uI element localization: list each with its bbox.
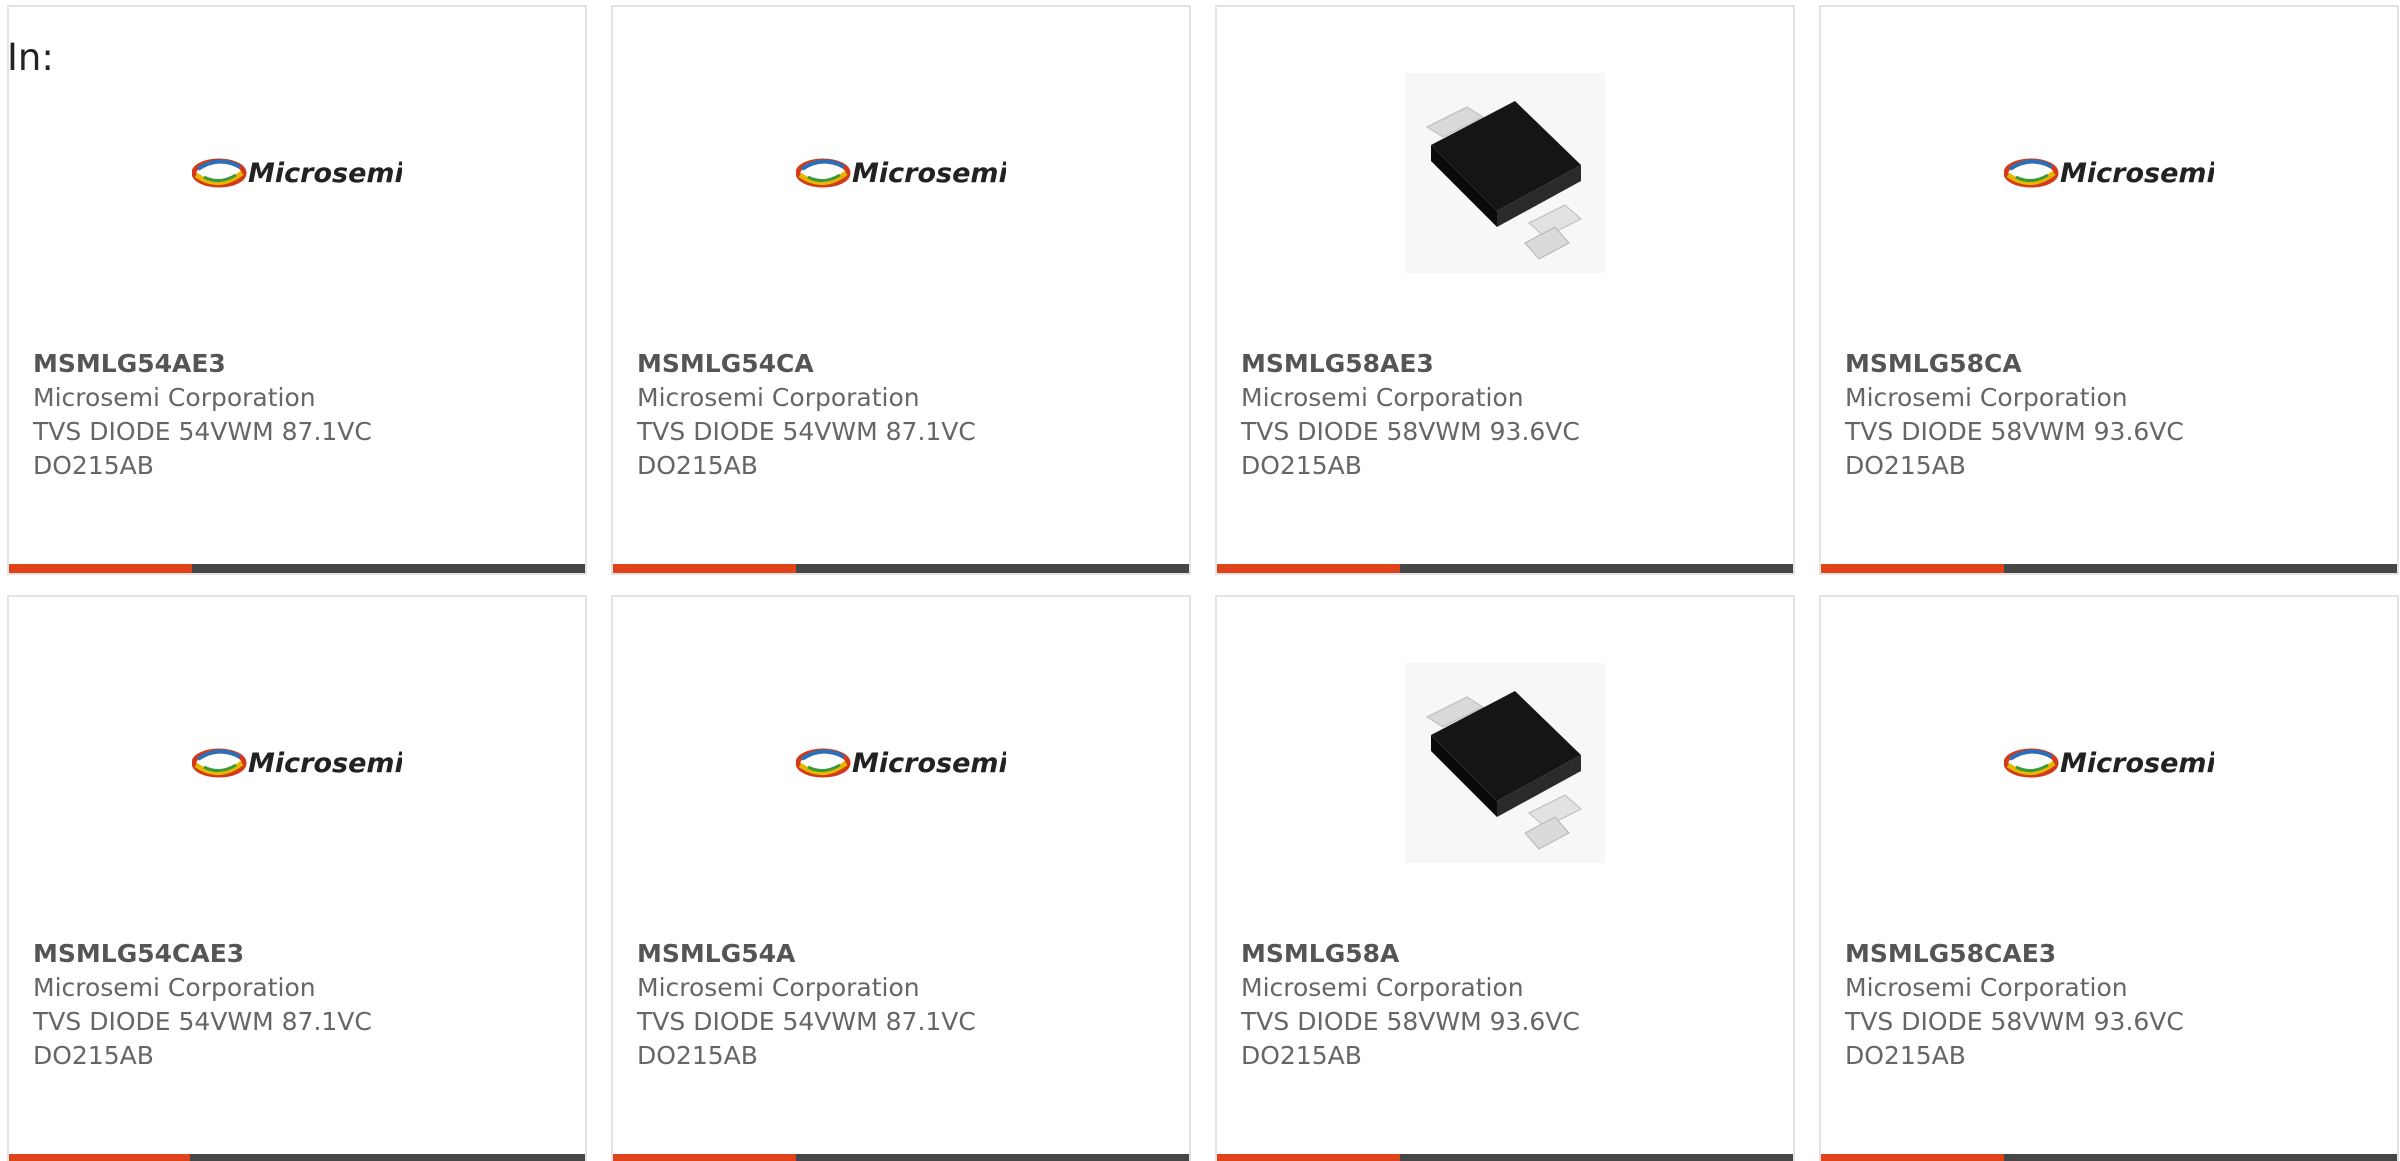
card-bottom-bar	[1821, 1154, 2397, 1161]
product-card[interactable]: Microsemi MSMLG54AE3 Microsemi Corporati…	[7, 5, 587, 575]
package: DO215AB	[1845, 451, 1966, 480]
part-number[interactable]: MSMLG54AE3	[33, 347, 575, 381]
package: DO215AB	[33, 1041, 154, 1070]
part-number[interactable]: MSMLG58CA	[1845, 347, 2387, 381]
product-image: Microsemi	[9, 663, 585, 863]
product-card[interactable]: Microsemi MSMLG54A Microsemi Corporation…	[611, 595, 1191, 1161]
product-grid: Microsemi MSMLG54AE3 Microsemi Corporati…	[7, 5, 2400, 1161]
description: TVS DIODE 54VWM 87.1VC	[33, 1007, 372, 1036]
product-image	[1217, 663, 1793, 863]
svg-text:Microsemi: Microsemi	[852, 748, 1006, 779]
product-card[interactable]: Microsemi MSMLG54CAE3 Microsemi Corporat…	[7, 595, 587, 1161]
description: TVS DIODE 54VWM 87.1VC	[33, 417, 372, 446]
card-accent-bar	[613, 1154, 796, 1161]
product-card[interactable]: MSMLG58AE3 Microsemi Corporation TVS DIO…	[1215, 5, 1795, 575]
microsemi-logo: Microsemi	[796, 158, 1006, 189]
microsemi-logo: Microsemi	[2004, 748, 2214, 779]
description: TVS DIODE 54VWM 87.1VC	[637, 1007, 976, 1036]
product-info: MSMLG54CAE3 Microsemi Corporation TVS DI…	[33, 937, 575, 1073]
card-bottom-bar	[9, 1154, 585, 1161]
card-accent-bar	[1217, 1154, 1400, 1161]
part-number[interactable]: MSMLG58AE3	[1241, 347, 1783, 381]
diode-package-photo	[1405, 73, 1605, 273]
manufacturer: Microsemi Corporation	[637, 383, 920, 412]
description: TVS DIODE 58VWM 93.6VC	[1241, 417, 1580, 446]
product-card[interactable]: Microsemi MSMLG58CA Microsemi Corporatio…	[1819, 5, 2399, 575]
card-accent-bar	[9, 1154, 190, 1161]
package: DO215AB	[1845, 1041, 1966, 1070]
product-info: MSMLG54AE3 Microsemi Corporation TVS DIO…	[33, 347, 575, 483]
product-info: MSMLG54CA Microsemi Corporation TVS DIOD…	[637, 347, 1179, 483]
description: TVS DIODE 58VWM 93.6VC	[1241, 1007, 1580, 1036]
card-bottom-bar	[613, 564, 1189, 573]
part-number[interactable]: MSMLG54CAE3	[33, 937, 575, 971]
product-card[interactable]: Microsemi MSMLG54CA Microsemi Corporatio…	[611, 5, 1191, 575]
card-bottom-bar	[9, 564, 585, 573]
package: DO215AB	[33, 451, 154, 480]
card-accent-bar	[1821, 1154, 2004, 1161]
product-image: Microsemi	[613, 73, 1189, 273]
description: TVS DIODE 58VWM 93.6VC	[1845, 1007, 2184, 1036]
part-number[interactable]: MSMLG58A	[1241, 937, 1783, 971]
manufacturer: Microsemi Corporation	[1241, 383, 1524, 412]
microsemi-logo: Microsemi	[192, 748, 402, 779]
svg-text:Microsemi: Microsemi	[852, 158, 1006, 189]
microsemi-logo: Microsemi	[796, 748, 1006, 779]
package: DO215AB	[1241, 1041, 1362, 1070]
card-accent-bar	[1821, 564, 2004, 573]
product-info: MSMLG58A Microsemi Corporation TVS DIODE…	[1241, 937, 1783, 1073]
svg-text:Microsemi: Microsemi	[2060, 158, 2214, 189]
product-card[interactable]: MSMLG58A Microsemi Corporation TVS DIODE…	[1215, 595, 1795, 1161]
product-image	[1217, 73, 1793, 273]
package: DO215AB	[1241, 451, 1362, 480]
card-bottom-bar	[613, 1154, 1189, 1161]
svg-text:Microsemi: Microsemi	[2060, 748, 2214, 779]
product-info: MSMLG58CA Microsemi Corporation TVS DIOD…	[1845, 347, 2387, 483]
part-number[interactable]: MSMLG58CAE3	[1845, 937, 2387, 971]
manufacturer: Microsemi Corporation	[33, 383, 316, 412]
product-info: MSMLG58AE3 Microsemi Corporation TVS DIO…	[1241, 347, 1783, 483]
product-image: Microsemi	[9, 73, 585, 273]
svg-text:Microsemi: Microsemi	[248, 158, 402, 189]
product-image: Microsemi	[613, 663, 1189, 863]
diode-package-photo	[1405, 663, 1605, 863]
part-number[interactable]: MSMLG54CA	[637, 347, 1179, 381]
product-info: MSMLG54A Microsemi Corporation TVS DIODE…	[637, 937, 1179, 1073]
product-card[interactable]: Microsemi MSMLG58CAE3 Microsemi Corporat…	[1819, 595, 2399, 1161]
card-bottom-bar	[1821, 564, 2397, 573]
card-accent-bar	[613, 564, 796, 573]
product-image: Microsemi	[1821, 73, 2397, 273]
product-image: Microsemi	[1821, 663, 2397, 863]
manufacturer: Microsemi Corporation	[1845, 973, 2128, 1002]
card-bottom-bar	[1217, 564, 1793, 573]
card-accent-bar	[1217, 564, 1400, 573]
manufacturer: Microsemi Corporation	[637, 973, 920, 1002]
description: TVS DIODE 54VWM 87.1VC	[637, 417, 976, 446]
manufacturer: Microsemi Corporation	[1845, 383, 2128, 412]
svg-text:Microsemi: Microsemi	[248, 748, 402, 779]
part-number[interactable]: MSMLG54A	[637, 937, 1179, 971]
manufacturer: Microsemi Corporation	[1241, 973, 1524, 1002]
package: DO215AB	[637, 451, 758, 480]
description: TVS DIODE 58VWM 93.6VC	[1845, 417, 2184, 446]
package: DO215AB	[637, 1041, 758, 1070]
card-accent-bar	[9, 564, 192, 573]
card-bottom-bar	[1217, 1154, 1793, 1161]
microsemi-logo: Microsemi	[192, 158, 402, 189]
manufacturer: Microsemi Corporation	[33, 973, 316, 1002]
product-info: MSMLG58CAE3 Microsemi Corporation TVS DI…	[1845, 937, 2387, 1073]
microsemi-logo: Microsemi	[2004, 158, 2214, 189]
results-prefix-label: In:	[7, 36, 54, 79]
